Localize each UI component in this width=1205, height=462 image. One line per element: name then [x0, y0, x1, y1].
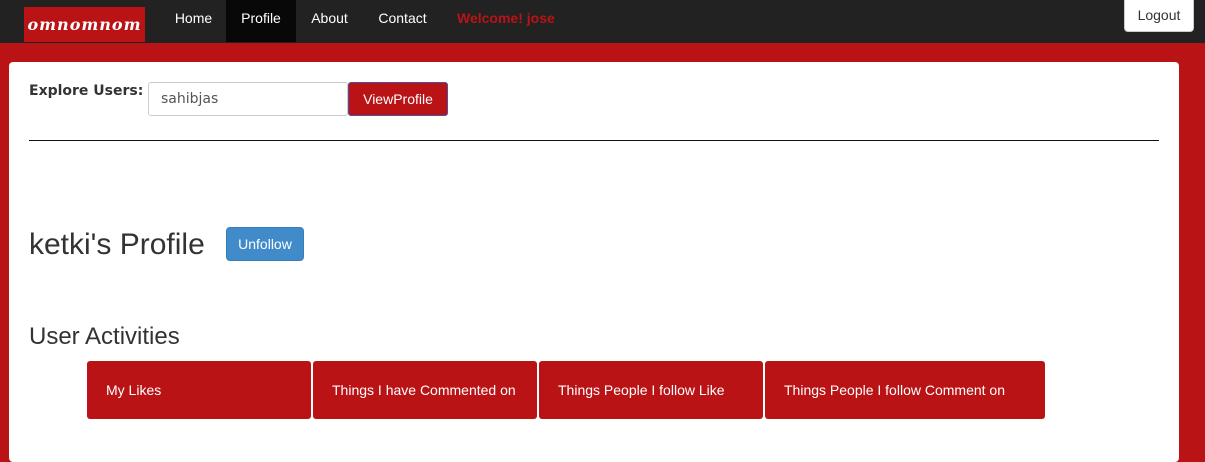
explore-users-label: Explore Users: — [29, 83, 144, 99]
tab-my-likes[interactable]: My Likes — [87, 361, 311, 419]
brand-logo[interactable]: omnomnom — [24, 7, 145, 42]
view-profile-button[interactable]: ViewProfile — [348, 82, 448, 116]
tab-people-follow-comment[interactable]: Things People I follow Comment on — [765, 361, 1045, 419]
tab-people-follow-like[interactable]: Things People I follow Like — [539, 361, 763, 419]
nav-profile[interactable]: Profile — [226, 0, 296, 42]
profile-title: ketki's Profile — [29, 228, 205, 261]
divider — [29, 140, 1159, 141]
unfollow-button[interactable]: Unfollow — [226, 227, 304, 261]
explore-users-input[interactable] — [148, 82, 348, 116]
tab-things-commented-on[interactable]: Things I have Commented on — [313, 361, 537, 419]
welcome-message: Welcome! jose — [457, 10, 555, 26]
user-activities-heading: User Activities — [29, 323, 180, 350]
nav-about[interactable]: About — [296, 0, 363, 42]
main-panel: Explore Users: ViewProfile ketki's Profi… — [9, 62, 1179, 462]
logout-button[interactable]: Logout — [1124, 0, 1194, 32]
top-navbar: omnomnom Home Profile About Contact Welc… — [0, 0, 1205, 43]
nav-home[interactable]: Home — [161, 0, 226, 42]
nav-contact[interactable]: Contact — [363, 0, 442, 42]
